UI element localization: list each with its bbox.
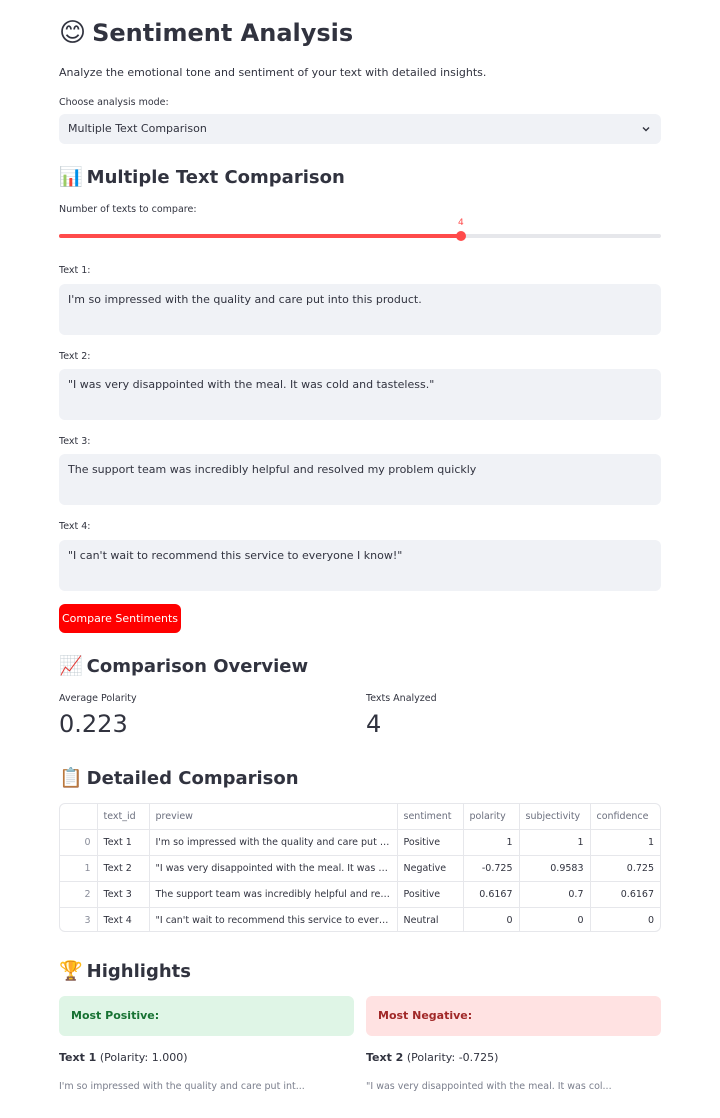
most-positive-preview: I'm so impressed with the quality and ca…	[59, 1081, 305, 1092]
mode-label: Choose analysis mode:	[59, 97, 169, 108]
comparison-heading-text: Multiple Text Comparison	[86, 167, 345, 188]
cell-polarity[interactable]: 0.6167	[463, 881, 520, 908]
table-row: 3 Text 4 "I can't wait to recommend this…	[60, 907, 660, 932]
column-header-confidence[interactable]: confidence	[590, 804, 660, 830]
most-negative-alert: Most Negative:	[366, 996, 661, 1036]
overview-heading-text: Comparison Overview	[86, 656, 309, 677]
table-row: 1 Text 2 "I was very disappointed with t…	[60, 855, 660, 882]
text-3-label: Text 3:	[59, 436, 91, 447]
most-positive-summary: Text 1 (Polarity: 1.000)	[59, 1051, 188, 1064]
column-header-preview[interactable]: preview	[149, 804, 398, 830]
cell-subjectivity[interactable]: 0	[519, 907, 591, 931]
cell-preview[interactable]: "I was very disappointed with the meal. …	[149, 855, 398, 882]
average-polarity-value: 0.223	[59, 710, 128, 738]
page-caption: Analyze the emotional tone and sentiment…	[59, 66, 487, 79]
cell-confidence[interactable]: 0.725	[590, 855, 660, 882]
slider-value: 4	[458, 218, 464, 228]
column-header-text-id[interactable]: text_id	[97, 804, 150, 830]
cell-subjectivity[interactable]: 1	[519, 829, 591, 856]
clipboard-emoji-icon: 📋	[59, 767, 83, 789]
texts-analyzed-label: Texts Analyzed	[366, 693, 437, 704]
detailed-heading: 📋 Detailed Comparison	[59, 766, 299, 789]
cell-text-id[interactable]: Text 2	[97, 855, 150, 882]
cell-subjectivity[interactable]: 0.7	[519, 881, 591, 908]
cell-preview[interactable]: The support team was incredibly helpful …	[149, 881, 398, 908]
cell-sentiment[interactable]: Negative	[397, 855, 464, 882]
row-index: 3	[60, 907, 98, 931]
cell-polarity[interactable]: -0.725	[463, 855, 520, 882]
chart-increasing-emoji-icon: 📈	[59, 655, 83, 677]
comparison-heading: 📊 Multiple Text Comparison	[59, 165, 345, 188]
cell-text-id[interactable]: Text 4	[97, 907, 150, 931]
slider-thumb[interactable]	[456, 231, 466, 241]
chevron-down-icon	[641, 114, 651, 144]
most-positive-alert: Most Positive:	[59, 996, 354, 1036]
most-negative-polarity: (Polarity: -0.725)	[406, 1051, 499, 1064]
analysis-mode-value: Multiple Text Comparison	[68, 122, 207, 135]
highlights-heading-text: Highlights	[86, 961, 191, 982]
cell-sentiment[interactable]: Neutral	[397, 907, 464, 931]
cell-sentiment[interactable]: Positive	[397, 881, 464, 908]
cell-sentiment[interactable]: Positive	[397, 829, 464, 856]
overview-heading: 📈 Comparison Overview	[59, 654, 308, 677]
row-index: 2	[60, 881, 98, 908]
most-positive-polarity: (Polarity: 1.000)	[99, 1051, 188, 1064]
cell-subjectivity[interactable]: 0.9583	[519, 855, 591, 882]
cell-polarity[interactable]: 1	[463, 829, 520, 856]
cell-confidence[interactable]: 0.6167	[590, 881, 660, 908]
column-header-polarity[interactable]: polarity	[463, 804, 520, 830]
text-2-label: Text 2:	[59, 351, 91, 362]
cell-text-id[interactable]: Text 1	[97, 829, 150, 856]
table-row: 0 Text 1 I'm so impressed with the quali…	[60, 829, 660, 856]
column-header-index[interactable]	[60, 804, 98, 830]
texts-analyzed-value: 4	[366, 710, 382, 738]
column-header-sentiment[interactable]: sentiment	[397, 804, 464, 830]
table-header-row: text_id preview sentiment polarity subje…	[60, 804, 660, 830]
average-polarity-label: Average Polarity	[59, 693, 137, 704]
highlights-heading: 🏆 Highlights	[59, 959, 191, 982]
text-4-input[interactable]: "I can't wait to recommend this service …	[59, 540, 661, 591]
page-title: 😊 Sentiment Analysis	[59, 18, 353, 48]
table-row: 2 Text 3 The support team was incredibly…	[60, 881, 660, 908]
cell-polarity[interactable]: 0	[463, 907, 520, 931]
row-index: 1	[60, 855, 98, 882]
slider-fill	[59, 234, 461, 238]
cell-confidence[interactable]: 1	[590, 829, 660, 856]
trophy-emoji-icon: 🏆	[59, 960, 83, 982]
most-negative-summary: Text 2 (Polarity: -0.725)	[366, 1051, 498, 1064]
cell-preview[interactable]: "I can't wait to recommend this service …	[149, 907, 398, 931]
text-4-label: Text 4:	[59, 521, 91, 532]
comparison-table[interactable]: text_id preview sentiment polarity subje…	[59, 803, 661, 932]
most-positive-id: Text 1	[59, 1051, 97, 1064]
text-1-label: Text 1:	[59, 265, 91, 276]
bar-chart-emoji-icon: 📊	[59, 166, 83, 188]
analysis-mode-select[interactable]: Multiple Text Comparison	[59, 114, 661, 144]
cell-preview[interactable]: I'm so impressed with the quality and ca…	[149, 829, 398, 856]
compare-sentiments-button[interactable]: Compare Sentiments	[59, 604, 181, 633]
detailed-heading-text: Detailed Comparison	[86, 768, 299, 789]
cell-confidence[interactable]: 0	[590, 908, 660, 932]
slider-label: Number of texts to compare:	[59, 204, 197, 215]
most-negative-preview: "I was very disappointed with the meal. …	[366, 1081, 612, 1092]
smile-emoji-icon: 😊	[59, 18, 87, 48]
cell-text-id[interactable]: Text 3	[97, 881, 150, 908]
text-2-input[interactable]: "I was very disappointed with the meal. …	[59, 369, 661, 420]
text-3-input[interactable]: The support team was incredibly helpful …	[59, 454, 661, 505]
most-negative-id: Text 2	[366, 1051, 404, 1064]
page-title-text: Sentiment Analysis	[92, 19, 354, 47]
row-index: 0	[60, 829, 98, 856]
text-1-input[interactable]: I'm so impressed with the quality and ca…	[59, 284, 661, 335]
column-header-subjectivity[interactable]: subjectivity	[519, 804, 591, 830]
